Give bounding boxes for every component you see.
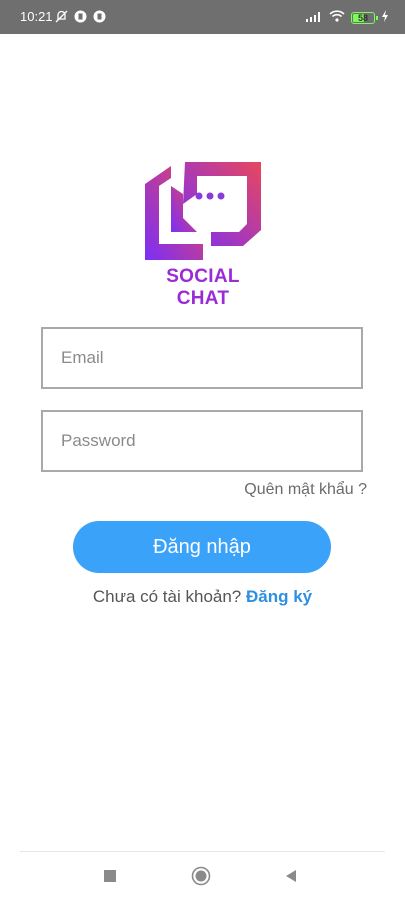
muted-icon xyxy=(55,10,68,23)
home-icon[interactable] xyxy=(187,864,215,888)
email-field[interactable] xyxy=(43,329,361,387)
app-notification-icon xyxy=(74,10,87,23)
status-bar: 10:21 58 xyxy=(0,0,405,34)
password-field[interactable] xyxy=(43,412,361,470)
status-time: 10:21 xyxy=(20,9,53,24)
recent-apps-icon[interactable] xyxy=(96,864,124,888)
signup-link[interactable]: Đăng ký xyxy=(246,587,312,606)
battery-level: 58 xyxy=(357,13,368,23)
wifi-icon xyxy=(329,9,345,27)
battery-icon: 58 xyxy=(351,12,378,24)
signal-icon xyxy=(305,9,323,27)
status-left-icons xyxy=(55,10,106,23)
app-notification-icon xyxy=(93,10,106,23)
logo-text: SOCIAL CHAT xyxy=(166,266,240,309)
status-right-icons: 58 xyxy=(305,9,389,27)
charging-icon xyxy=(381,9,389,27)
email-field-container xyxy=(41,327,363,389)
password-field-container xyxy=(41,410,363,472)
no-account-text: Chưa có tài khoản? xyxy=(92,587,242,606)
signup-prompt: Chưa có tài khoản? Đăng ký xyxy=(0,587,405,607)
navigation-bar xyxy=(0,852,405,900)
back-icon[interactable] xyxy=(277,864,305,888)
login-button[interactable]: Đăng nhập xyxy=(73,521,331,573)
forgot-password-link[interactable]: Quên mật khẩu ? xyxy=(244,481,367,499)
